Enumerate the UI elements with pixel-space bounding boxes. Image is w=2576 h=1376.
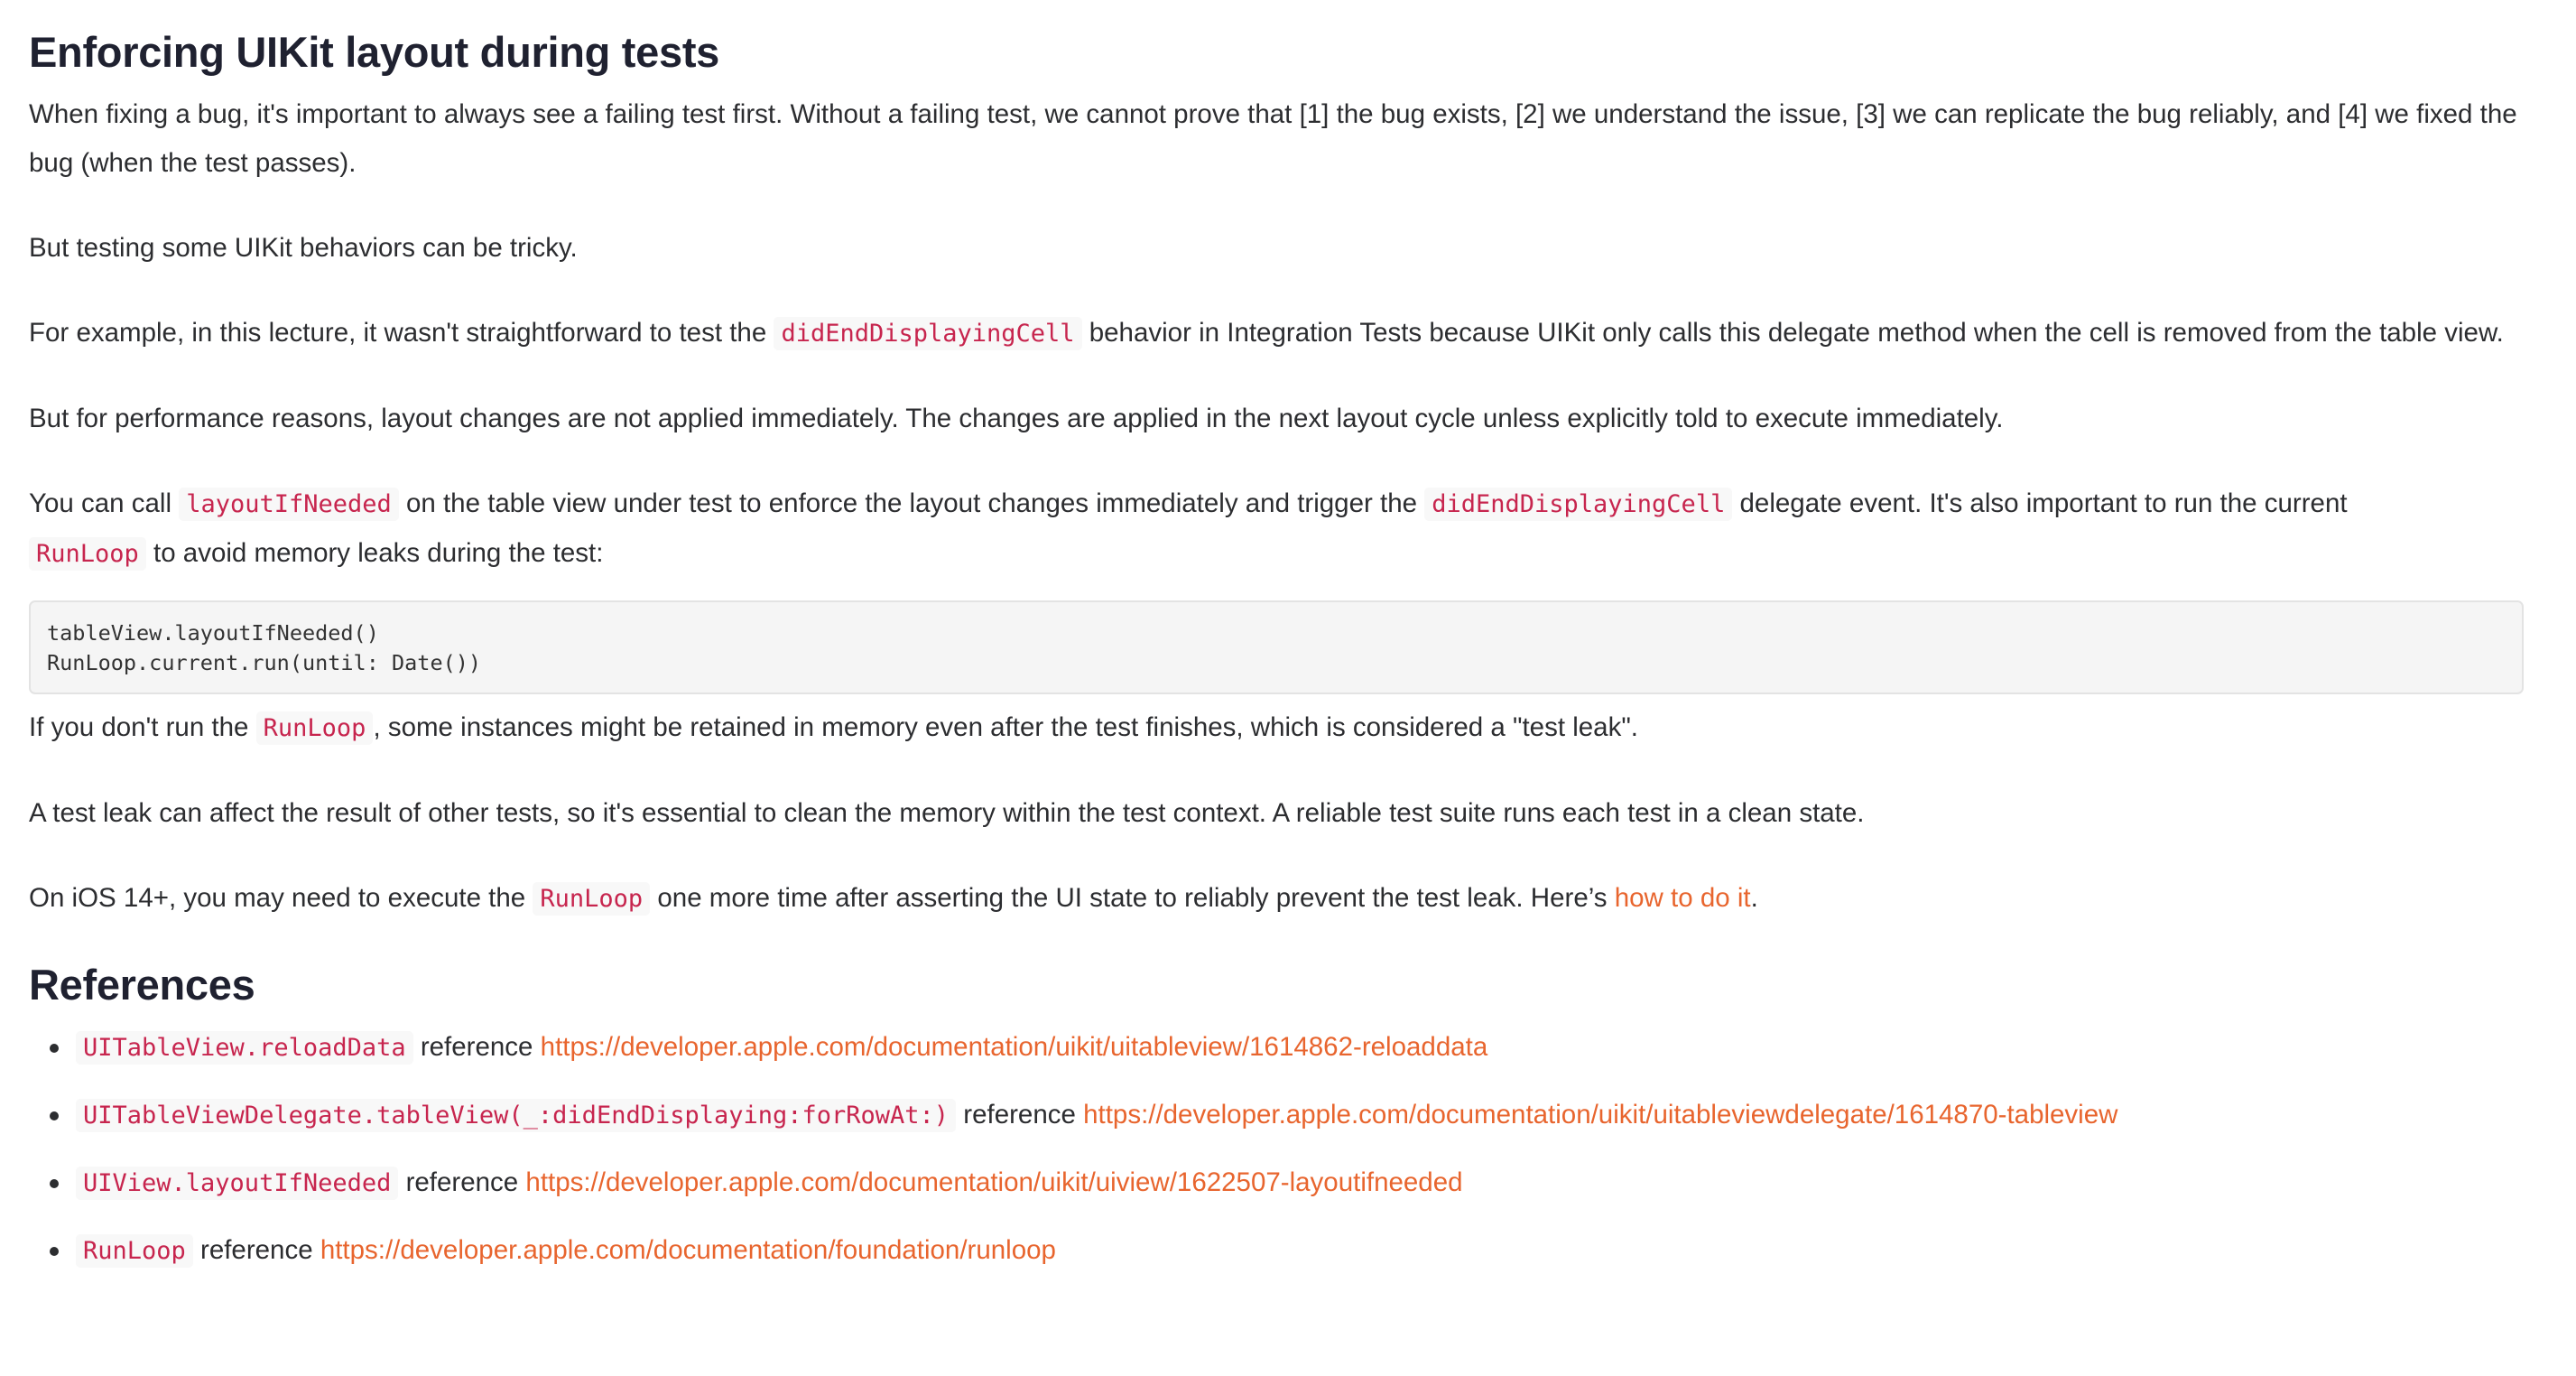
paragraph-ios14: On iOS 14+, you may need to execute the … (29, 874, 2556, 924)
text-segment: If you don't run the (29, 712, 256, 742)
list-item: UIView.layoutIfNeeded reference https://… (50, 1158, 2556, 1208)
bullet-icon (50, 1044, 59, 1053)
text-segment: to avoid memory leaks during the test: (145, 538, 604, 568)
references-list: UITableView.reloadData reference https:/… (29, 1023, 2556, 1276)
paragraph-test-leak: A test leak can affect the result of oth… (29, 798, 1865, 828)
inline-code: didEndDisplayingCell (1424, 488, 1733, 521)
reference-link[interactable]: https://developer.apple.com/documentatio… (1083, 1100, 2117, 1130)
inline-code: RunLoop (76, 1234, 193, 1268)
reference-label: reference (956, 1100, 1084, 1130)
text-segment: You can call (29, 488, 180, 518)
paragraph-example: For example, in this lecture, it wasn't … (29, 309, 2556, 358)
list-item: UITableView.reloadData reference https:/… (50, 1023, 2556, 1073)
reference-link[interactable]: https://developer.apple.com/documentatio… (525, 1167, 1462, 1197)
references-heading: References (29, 961, 255, 1009)
paragraph-tricky: But testing some UIKit behaviors can be … (29, 233, 578, 263)
text-segment: , some instances might be retained in me… (373, 712, 1639, 742)
text-segment: delegate event. It's also important to r… (1732, 488, 2348, 518)
inline-code: UITableViewDelegate.tableView(_:didEndDi… (76, 1099, 957, 1132)
inline-code: UIView.layoutIfNeeded (76, 1167, 399, 1200)
reference-label: reference (192, 1235, 320, 1265)
paragraph-failing-test: When fixing a bug, it's important to alw… (29, 99, 2517, 178)
article: Enforcing UIKit layout during tests When… (29, 0, 2556, 1294)
page-title: Enforcing UIKit layout during tests (29, 28, 720, 76)
reference-label: reference (398, 1167, 526, 1197)
paragraph-layout-if-needed: You can call layoutIfNeeded on the table… (29, 479, 2556, 579)
how-to-do-it-link[interactable]: how to do it (1615, 883, 1751, 913)
inline-code: layoutIfNeeded (179, 488, 399, 521)
reference-label: reference (412, 1032, 541, 1062)
inline-code: RunLoop (29, 537, 146, 571)
text-segment: On iOS 14+, you may need to execute the (29, 883, 533, 913)
bullet-icon (50, 1247, 59, 1256)
text-segment: For example, in this lecture, it wasn't … (29, 318, 774, 348)
paragraph-performance: But for performance reasons, layout chan… (29, 404, 2004, 433)
inline-code: UITableView.reloadData (76, 1031, 413, 1065)
reference-link[interactable]: https://developer.apple.com/documentatio… (541, 1032, 1488, 1062)
text-segment: behavior in Integration Tests because UI… (1081, 318, 2504, 348)
inline-code: RunLoop (255, 711, 374, 745)
list-item: UITableViewDelegate.tableView(_:didEndDi… (50, 1091, 2556, 1140)
paragraph-runloop: If you don't run the RunLoop, some insta… (29, 703, 2556, 753)
inline-code: didEndDisplayingCell (774, 317, 1082, 350)
text-segment: on the table view under test to enforce … (398, 488, 1425, 518)
text-segment: . (1750, 883, 1758, 913)
bullet-icon (50, 1179, 59, 1188)
bullet-icon (50, 1111, 59, 1120)
code-block: tableView.layoutIfNeeded() RunLoop.curre… (29, 600, 2524, 694)
inline-code: RunLoop (533, 882, 651, 916)
text-segment: one more time after asserting the UI sta… (650, 883, 1615, 913)
reference-link[interactable]: https://developer.apple.com/documentatio… (320, 1235, 1056, 1265)
list-item: RunLoop reference https://developer.appl… (50, 1226, 2556, 1276)
